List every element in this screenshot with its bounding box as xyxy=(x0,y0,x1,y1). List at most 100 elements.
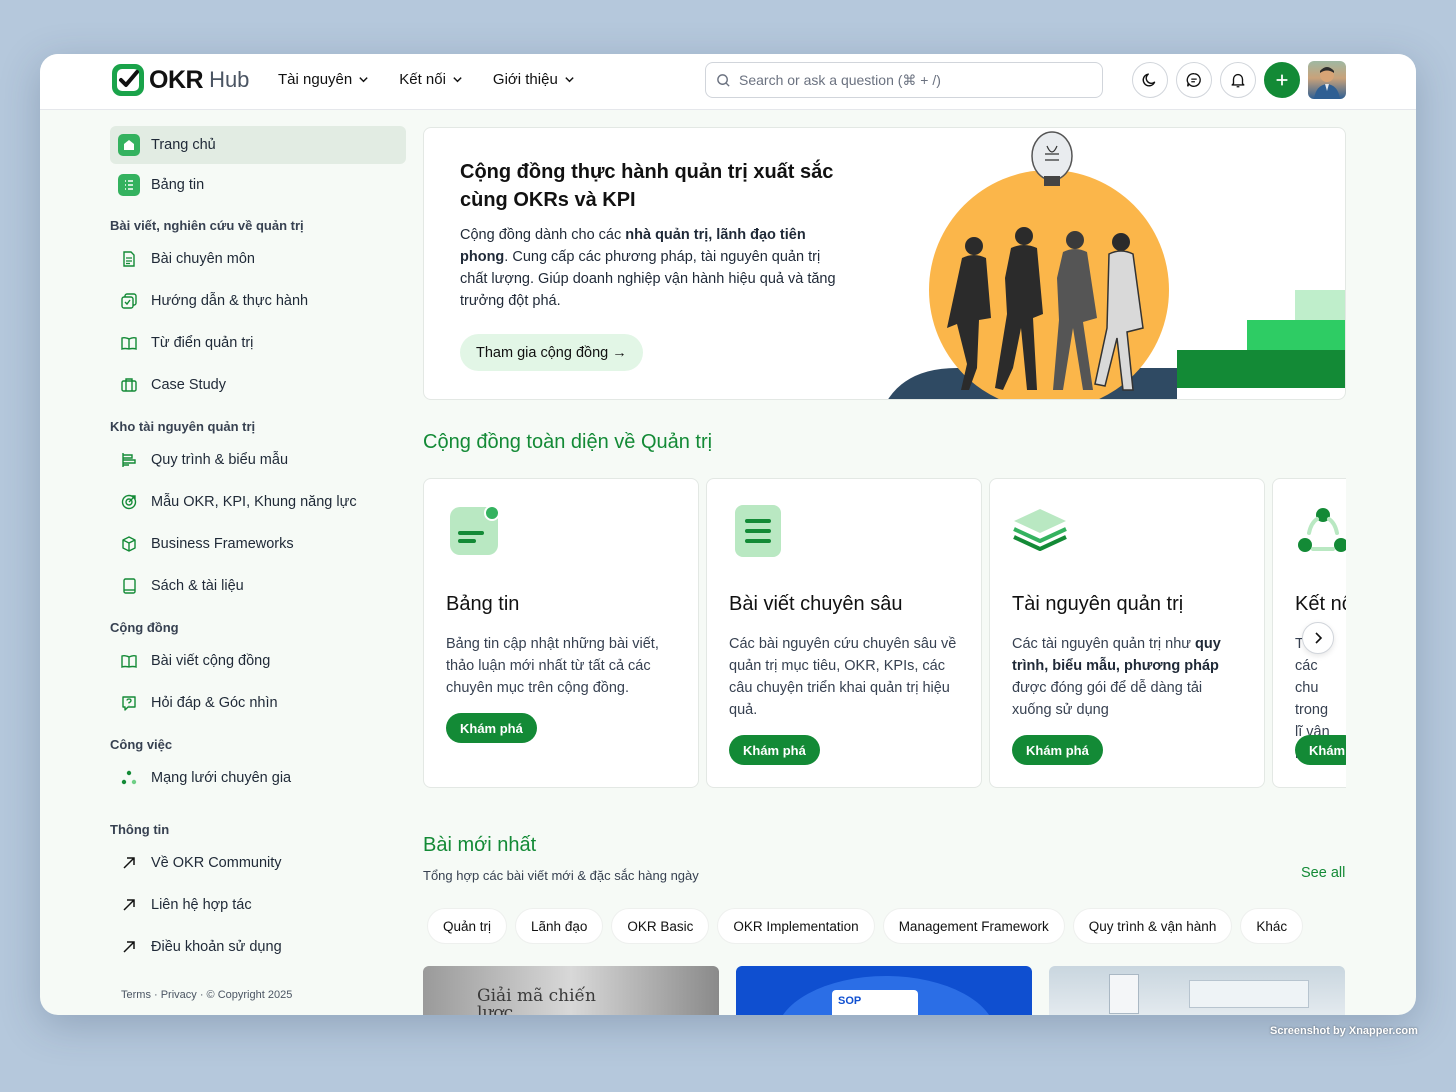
book-icon xyxy=(118,575,140,597)
community-card[interactable]: Bài viết chuyên sâu Các bài nguyên cứu c… xyxy=(706,478,982,788)
book-open-icon xyxy=(118,650,140,672)
sidebar-group-heading: Cộng đồng xyxy=(110,620,179,635)
sidebar-item-label: Hướng dẫn & thực hành xyxy=(151,293,309,309)
explore-button[interactable]: Khám xyxy=(1295,735,1346,765)
sidebar-item-books[interactable]: Sách & tài liệu xyxy=(110,566,406,606)
sidebar-item-label: Business Frameworks xyxy=(151,536,294,552)
nav-resources-label: Tài nguyên xyxy=(278,71,353,88)
brand-name: OKR xyxy=(149,65,204,94)
top-navigation-bar: OKR Hub Tài nguyên Kết nối Giới thiệu xyxy=(40,54,1416,110)
sidebar-item-label: Từ điển quản trị xyxy=(151,335,254,351)
explore-button[interactable]: Khám phá xyxy=(1012,735,1103,765)
chevron-right-icon xyxy=(1315,632,1323,644)
tag-leadership[interactable]: Lãnh đạo xyxy=(515,908,604,944)
card-title: Bài viết chuyên sâu xyxy=(729,593,903,615)
chevron-down-icon xyxy=(453,77,462,83)
app-window: OKR Hub Tài nguyên Kết nối Giới thiệu Se… xyxy=(40,54,1416,1015)
logo-check-icon xyxy=(112,64,144,96)
sidebar-group-heading: Công việc xyxy=(110,737,173,752)
document-icon xyxy=(118,248,140,270)
nav-connect[interactable]: Kết nối xyxy=(399,71,463,88)
plus-icon xyxy=(1276,74,1288,86)
hero-desc-part: . Cung cấp các phương pháp, tài nguyên q… xyxy=(460,249,836,309)
see-all-link[interactable]: See all xyxy=(1301,865,1345,881)
tag-process-operations[interactable]: Quy trình & vận hành xyxy=(1072,908,1233,944)
theme-toggle-button[interactable] xyxy=(1132,62,1168,98)
sidebar-item-contact[interactable]: Liên hệ hợp tác xyxy=(110,885,406,925)
thumbnail-shape xyxy=(1109,974,1139,1014)
sidebar-item-home[interactable]: Trang chủ xyxy=(110,126,406,164)
sidebar-item-label: Trang chủ xyxy=(151,137,216,153)
flow-icon xyxy=(118,449,140,471)
notifications-button[interactable] xyxy=(1220,62,1256,98)
sidebar-item-templates[interactable]: Mẫu OKR, KPI, Khung năng lực xyxy=(110,482,406,522)
post-thumbnail[interactable] xyxy=(1049,966,1345,1015)
sidebar-item-experts[interactable]: Mạng lưới chuyên gia xyxy=(110,758,406,798)
network-icon xyxy=(1298,508,1346,552)
explore-button[interactable]: Khám phá xyxy=(729,735,820,765)
sidebar-item-label: Bài chuyên môn xyxy=(151,251,255,267)
avatar-image xyxy=(1314,67,1340,99)
community-card[interactable]: Tài nguyên quản trị Các tài nguyên quản … xyxy=(989,478,1265,788)
card-desc-part: Các tài nguyên quản trị như xyxy=(1012,636,1196,652)
layers-icon xyxy=(1013,509,1067,551)
messages-button[interactable] xyxy=(1176,62,1212,98)
nav-resources[interactable]: Tài nguyên xyxy=(278,71,369,88)
logo[interactable]: OKR Hub xyxy=(110,62,249,98)
sidebar-item-label: Liên hệ hợp tác xyxy=(151,897,252,913)
search-box[interactable] xyxy=(705,62,1103,98)
join-community-button[interactable]: Tham gia cộng đồng → xyxy=(460,334,643,371)
sidebar-item-newsfeed[interactable]: Bảng tin xyxy=(110,166,406,204)
tag-okr-implementation[interactable]: OKR Implementation xyxy=(717,908,875,944)
sidebar-item-label: Bảng tin xyxy=(151,177,205,193)
tag-management[interactable]: Quản trị xyxy=(427,908,508,944)
sidebar-footer: Terms · Privacy · © Copyright 2025 xyxy=(121,989,293,1001)
sidebar-item-terms[interactable]: Điều khoản sử dụng xyxy=(110,927,406,967)
card-title: Tài nguyên quản trị xyxy=(1012,593,1184,615)
sidebar-item-label: Case Study xyxy=(151,377,226,393)
home-icon xyxy=(118,134,140,156)
sidebar-item-articles[interactable]: Bài chuyên môn xyxy=(110,239,406,279)
sidebar-item-about[interactable]: Về OKR Community xyxy=(110,843,406,883)
search-input[interactable] xyxy=(739,72,1079,88)
network-icon xyxy=(118,767,140,789)
sidebar-item-case-study[interactable]: Case Study xyxy=(110,365,406,405)
sidebar-item-qa[interactable]: Hỏi đáp & Góc nhìn xyxy=(110,683,406,723)
tag-okr-basic[interactable]: OKR Basic xyxy=(611,908,710,944)
nav-about[interactable]: Giới thiệu xyxy=(493,71,575,88)
sidebar-item-label: Quy trình & biểu mẫu xyxy=(151,452,289,468)
create-button[interactable] xyxy=(1264,62,1300,98)
hero-desc-part: Cộng đồng dành cho các xyxy=(460,227,626,243)
nav-about-label: Giới thiệu xyxy=(492,71,558,88)
search-icon xyxy=(717,73,730,87)
tag-management-framework[interactable]: Management Framework xyxy=(882,908,1065,944)
carousel-next-button[interactable] xyxy=(1302,622,1334,654)
community-card[interactable]: Bảng tin Bảng tin cập nhật những bài viế… xyxy=(423,478,699,788)
sidebar: Trang chủ Bảng tin Bài viết, nghiên cứu … xyxy=(110,126,406,1001)
post-thumbnail[interactable]: SOP xyxy=(736,966,1032,1015)
hero-banner: Cộng đồng thực hành quản trị xuất sắc cù… xyxy=(423,127,1346,400)
sidebar-item-dictionary[interactable]: Từ điển quản trị xyxy=(110,323,406,363)
sidebar-item-label: Bài viết cộng đồng xyxy=(151,653,271,669)
question-icon xyxy=(118,692,140,714)
sidebar-item-community-posts[interactable]: Bài viết cộng đồng xyxy=(110,641,406,681)
tag-other[interactable]: Khác xyxy=(1240,908,1304,944)
arrow-up-right-icon xyxy=(118,936,140,958)
list-icon xyxy=(118,174,140,196)
explore-button[interactable]: Khám phá xyxy=(446,713,537,743)
bell-icon xyxy=(1231,73,1245,88)
watermark: Screenshot by Xnapper.com xyxy=(1270,1025,1418,1037)
sidebar-group-heading: Kho tài nguyên quản trị xyxy=(110,419,256,434)
briefcase-icon xyxy=(118,374,140,396)
sidebar-item-label: Hỏi đáp & Góc nhìn xyxy=(151,695,278,711)
category-tags: Quản trị Lãnh đạo OKR Basic OKR Implemen… xyxy=(427,908,1304,944)
card-description: Các bài nguyên cứu chuyên sâu về quản tr… xyxy=(729,636,957,718)
chevron-down-icon xyxy=(359,77,368,83)
sidebar-item-processes[interactable]: Quy trình & biểu mẫu xyxy=(110,440,406,480)
user-avatar[interactable] xyxy=(1308,61,1346,99)
thumbnail-text: Giải mã chiến lược xyxy=(477,986,596,1016)
sidebar-item-frameworks[interactable]: Business Frameworks xyxy=(110,524,406,564)
sidebar-item-guides[interactable]: Hướng dẫn & thực hành xyxy=(110,281,406,321)
post-thumbnail[interactable]: Giải mã chiến lược xyxy=(423,966,719,1015)
card-description: Các tài nguyên quản trị như quy trình, b… xyxy=(1012,633,1244,721)
